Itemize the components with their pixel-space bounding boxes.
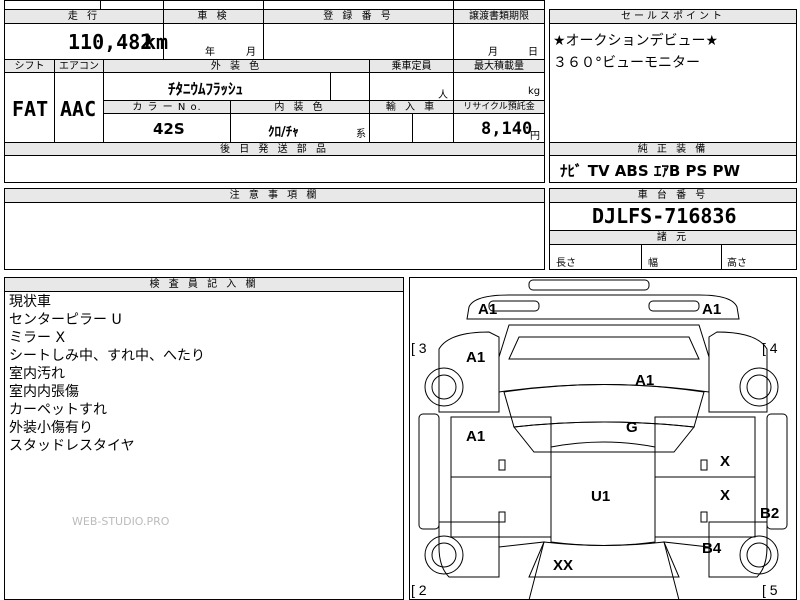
- interior-color-header: 内 装 色: [230, 100, 370, 114]
- front-bumper: [466, 294, 740, 320]
- sales-points-header: セールスポイント: [549, 9, 797, 24]
- dimension-width-label: 幅: [648, 258, 658, 269]
- mileage-header: 走 行: [4, 9, 164, 24]
- note-line: スタッドレスタイヤ: [9, 438, 135, 454]
- tire-bracket-3: [ 3: [411, 340, 427, 356]
- caution-header: 注 意 事 項 欄: [4, 188, 545, 203]
- dimension-height-label: 高さ: [727, 258, 747, 269]
- exterior-color-header: 外 装 色: [103, 59, 370, 73]
- damage-mark-xx: XX: [553, 557, 574, 574]
- note-line: ミラー X: [9, 330, 66, 346]
- interior-color-suffix: 系: [356, 129, 366, 140]
- recycle-value: 8,140: [481, 119, 533, 139]
- windshield: [503, 384, 705, 428]
- transfer-day-unit: 日: [528, 47, 538, 58]
- exterior-color-value: ﾁﾀﾆｳﾑﾌﾗｯｼｭ: [168, 80, 244, 98]
- damage-mark-x: X: [720, 487, 731, 504]
- damage-mark-a1: A1: [635, 372, 655, 389]
- transfer-month-unit: 月: [488, 47, 498, 58]
- transfer-deadline-header: 譲渡書類期限: [453, 9, 545, 24]
- wheel-front-left: [424, 367, 464, 407]
- chassis-header: 車 台 番 号: [549, 188, 797, 203]
- tire-bracket-2: [ 2: [411, 582, 427, 598]
- watermark: WEB-STUDIO.PRO: [72, 515, 170, 528]
- dimensions-header: 諸 元: [549, 230, 797, 245]
- color-no-value: 42S: [153, 120, 185, 138]
- sales-point-line: ★オークションデビュー★: [553, 33, 719, 49]
- wheel-rear-right: [739, 535, 779, 575]
- import-header: 輸 入 車: [369, 100, 454, 114]
- standard-equipment-header: 純 正 装 備: [549, 142, 797, 156]
- damage-mark-g: G: [626, 419, 638, 436]
- interior-color-value: ｸﾛ/ﾁｬ: [268, 125, 299, 140]
- damage-mark-x: X: [720, 453, 731, 470]
- headlight-right: [648, 300, 700, 312]
- front-door-left: [450, 416, 552, 478]
- dimension-length-label: 長さ: [556, 258, 576, 269]
- note-line: 室内内張傷: [9, 384, 79, 400]
- rocker-left: [418, 413, 440, 530]
- damage-mark-a1: A1: [466, 349, 486, 366]
- note-line: 外装小傷有り: [9, 420, 93, 436]
- rear-fender-left: [438, 521, 500, 578]
- inspector-notes: 現状車 センターピラー U ミラー X シートしみ中、すれ中、へたり 室内汚れ …: [9, 293, 205, 455]
- aircon-value: AAC: [60, 97, 97, 121]
- shift-header: シフト: [4, 59, 55, 73]
- color-no-header: カ ラ ー N o.: [103, 100, 231, 114]
- wheel-rear-left: [424, 535, 464, 575]
- note-line: 室内汚れ: [9, 366, 65, 382]
- inspection-month-unit: 月: [246, 47, 256, 58]
- mileage-unit: km: [144, 30, 169, 54]
- front-fender-right: [708, 331, 768, 413]
- mileage-value: 110,482: [68, 30, 153, 54]
- standard-equipment-value: ﾅﾋﾞ TV ABS ｴｱB PS PW: [560, 162, 741, 180]
- aircon-header: エアコン: [54, 59, 104, 73]
- damage-mark-a1: A1: [702, 301, 722, 318]
- front-fender-left: [438, 331, 500, 413]
- front-door-right: [654, 416, 756, 478]
- shift-value: FAT: [12, 97, 49, 121]
- tire-bracket-5: [ 5: [762, 582, 778, 598]
- recycle-header: リサイクル預託金: [453, 100, 545, 114]
- damage-mark-b4: B4: [702, 540, 722, 557]
- note-line: シートしみ中、すれ中、へたり: [9, 348, 205, 364]
- sales-point-line: ３６０°ビューモニター: [553, 55, 700, 71]
- damage-mark-a1: A1: [466, 428, 486, 445]
- damage-mark-b2: B2: [760, 505, 780, 522]
- roof: [513, 421, 695, 453]
- inspection-year-unit: 年: [205, 47, 215, 58]
- tire-bracket-4: [ 4: [762, 340, 778, 356]
- chassis-number: DJLFS-716836: [592, 204, 737, 228]
- rear-door-right: [654, 476, 756, 538]
- max-load-unit: kg: [528, 86, 541, 97]
- registration-header: 登 録 番 号: [263, 9, 454, 24]
- recycle-unit: 円: [530, 131, 540, 142]
- max-load-header: 最大積載量: [453, 59, 545, 73]
- inspector-header: 検 査 員 記 入 欄: [4, 277, 404, 292]
- capacity-header: 乗車定員: [369, 59, 454, 73]
- damage-mark-a1: A1: [478, 301, 498, 318]
- note-line: カーペットすれ: [9, 402, 107, 418]
- inspection-header: 車 検: [163, 9, 264, 24]
- rear-door-left: [450, 476, 552, 538]
- note-line: 現状車: [9, 294, 51, 310]
- deferred-parts-header: 後 日 発 送 部 品: [4, 142, 545, 156]
- note-line: センターピラー U: [9, 312, 122, 328]
- rear-quarter: [498, 541, 545, 600]
- front-bumper-strip: [528, 279, 650, 291]
- wheel-front-right: [739, 367, 779, 407]
- capacity-unit: 人: [438, 90, 448, 101]
- damage-mark-u1: U1: [591, 488, 611, 505]
- rear-window: [528, 541, 680, 578]
